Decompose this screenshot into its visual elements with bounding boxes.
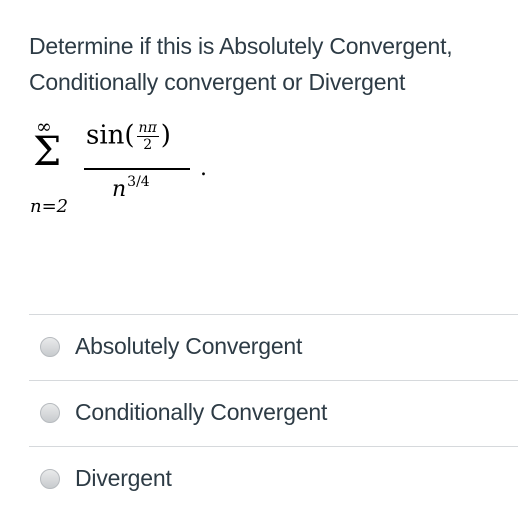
option-conditionally-convergent[interactable]: Conditionally Convergent [29, 380, 518, 446]
option-label[interactable]: Absolutely Convergent [75, 330, 302, 362]
closing-paren: ) [160, 120, 171, 151]
inner-fraction-top: nπ [136, 120, 159, 137]
denominator-base: n [112, 177, 127, 202]
denominator-exponent: 3/4 [127, 174, 150, 190]
sum-lower-limit: n=2 [30, 196, 69, 217]
radio-button[interactable] [40, 403, 60, 423]
formula-numerator: sin(nπ 2) [86, 120, 171, 153]
question-line-2: Conditionally convergent or Divergent [29, 69, 406, 95]
radio-button[interactable] [40, 469, 60, 489]
fraction-bar [84, 168, 190, 170]
series-formula: ∞ Σ n=2 sin(nπ 2) . n3/4 [0, 110, 260, 230]
option-label[interactable]: Conditionally Convergent [75, 396, 327, 428]
radio-button[interactable] [40, 337, 60, 357]
question-text: Determine if this is Absolutely Converge… [29, 28, 509, 100]
inner-fraction-bottom: 2 [143, 137, 153, 153]
inner-fraction: nπ 2 [136, 120, 159, 153]
option-absolutely-convergent[interactable]: Absolutely Convergent [29, 314, 518, 380]
question-line-1: Determine if this is Absolutely Converge… [29, 33, 453, 59]
formula-denominator: n3/4 [112, 174, 150, 202]
option-label[interactable]: Divergent [75, 462, 172, 494]
sine-function: sin( [86, 120, 135, 151]
formula-period: . [200, 156, 207, 181]
answer-options: Absolutely Convergent Conditionally Conv… [29, 314, 518, 512]
option-divergent[interactable]: Divergent [29, 446, 518, 512]
summation-symbol: Σ [33, 129, 62, 175]
